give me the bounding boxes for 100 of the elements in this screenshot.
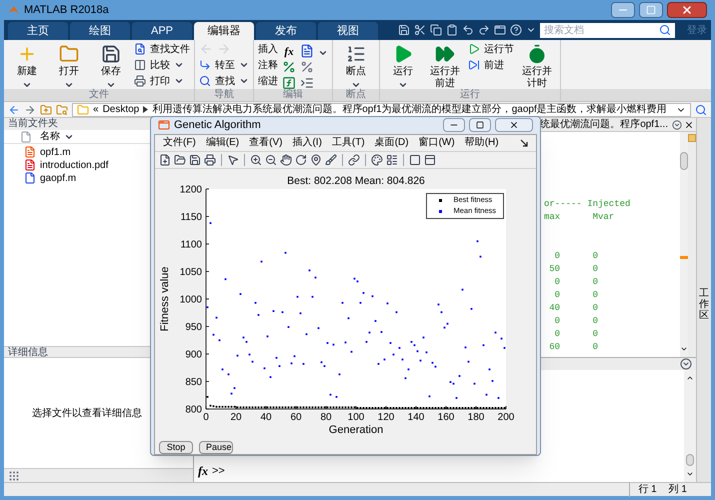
ribbon-tab[interactable]: 主页 [8,22,68,40]
menu-item[interactable]: 编辑(E) [206,135,240,150]
panel-icon[interactable] [424,154,436,166]
minimize-button[interactable] [611,2,635,18]
folder-up-icon[interactable] [40,104,52,116]
scrollbar-thumb[interactable] [680,152,688,170]
brush-icon[interactable] [325,154,337,166]
help-icon[interactable] [510,24,522,36]
panel-menu-icon[interactable] [672,120,682,130]
close-button[interactable] [667,2,707,18]
ribbon-button[interactable]: 注释 [258,58,278,72]
control-button[interactable]: Stop [159,440,193,454]
address-field[interactable]: « Desktop 利用遗传算法解决电力系统最优潮流问题。程序opf1为最优潮流的模型建立部分，gaopf是主函数，求解最小燃料费用 [72,102,691,116]
output-value: 0 [592,250,598,263]
ribbon-button[interactable]: 打印 [134,74,190,88]
link-icon[interactable] [348,154,360,166]
forward-icon[interactable] [24,104,36,116]
menu-item[interactable]: 插入(I) [292,135,322,150]
ribbon-button[interactable]: 运行 [384,40,422,90]
group-title: 运行 [380,89,560,101]
control-button[interactable]: Pause [199,440,233,454]
ribbon-button[interactable]: 转至 [199,58,249,72]
output-value: 0 [592,341,598,354]
ribbon-button[interactable]: 查找 [199,74,249,88]
zoom-in-icon[interactable] [250,154,262,166]
breadcrumb[interactable]: 利用遗传算法解决电力系统最优潮流问题。程序opf1为最优潮流的模型建立部分，gaopf是主函数，求解最小燃料费用 [152,104,667,116]
menu-item[interactable]: 查看(V) [249,135,282,150]
scroll-down-icon[interactable] [680,345,688,353]
column-header[interactable]: 名称 [40,129,74,144]
pointer-icon[interactable] [227,154,239,166]
file-item[interactable]: introduction.pdf [40,158,108,172]
ribbon-button[interactable]: 运行节 [468,42,514,56]
dock-icon[interactable] [520,138,528,146]
close-button[interactable] [495,118,533,132]
window-icon[interactable] [494,24,506,36]
zoom-out-icon[interactable] [265,154,277,166]
printer-icon[interactable] [204,154,216,166]
scrollbar-thumb[interactable] [686,454,694,466]
copy-icon[interactable] [430,24,442,36]
ribbon-button[interactable]: 查找文件 [134,42,190,56]
ribbon-button[interactable]: 断点 [337,40,375,90]
ribbon-button[interactable]: 比较 [134,58,190,72]
scroll-down-icon[interactable] [686,470,694,478]
undo-icon[interactable] [462,24,474,36]
scroll-up-icon[interactable] [686,374,694,382]
open-folder-icon[interactable] [174,154,186,166]
ribbon-tab[interactable]: 视图 [318,22,378,40]
run-section-icon [468,43,480,55]
browse-folder-icon[interactable] [56,104,68,116]
output-value: 0 [554,328,560,341]
ribbon-tab[interactable]: 发布 [256,22,316,40]
file-item[interactable]: opf1.m [40,144,71,160]
x-tick-label: 80 [320,412,332,422]
rotate-icon[interactable] [295,154,307,166]
file-item[interactable]: gaopf.m [40,170,76,186]
new-file-icon[interactable] [159,154,171,166]
menu-item[interactable]: 窗口(W) [418,135,455,150]
ribbon-tab[interactable]: APP [132,22,192,40]
uncomment-icon[interactable] [300,60,314,74]
breadcrumb[interactable]: Desktop [102,104,140,116]
close-icon [681,4,693,16]
ribbon-button[interactable]: 前进 [468,58,514,72]
data-cursor-icon[interactable] [310,154,322,166]
menu-item[interactable]: 工具(T) [332,135,365,150]
x-tick-label: 100 [347,412,364,422]
redo-icon[interactable] [478,24,490,36]
legend-icon[interactable] [386,154,398,166]
printer-icon [134,75,146,87]
ribbon-button[interactable]: 插入 [258,42,278,56]
square-icon[interactable] [409,154,421,166]
paste-icon[interactable] [446,24,458,36]
panel-menu-icon[interactable] [680,358,692,370]
close-icon[interactable] [684,120,694,130]
maximize-button[interactable] [469,118,491,132]
back-icon[interactable] [8,104,20,116]
ribbon-button[interactable]: 新建 [8,40,46,90]
ribbon-button[interactable]: 运行并计时 [518,40,556,90]
ribbon-button[interactable]: 缩进 [258,74,278,88]
grip-icon[interactable] [8,470,20,482]
ribbon-tab[interactable]: 编辑器 [194,22,254,40]
ribbon-button[interactable]: 运行并前进 [426,40,464,90]
hand-icon[interactable] [280,154,292,166]
function-browser-icon[interactable]: fx [198,462,208,480]
menu-item[interactable]: 桌面(D) [374,135,409,150]
search-icon[interactable] [695,104,707,116]
menu-item[interactable]: 文件(F) [163,135,196,150]
save-icon[interactable] [189,154,201,166]
maximize-button[interactable] [639,2,663,18]
document-icon[interactable] [300,44,314,58]
ribbon-button[interactable]: 保存 [92,40,130,90]
output-value: 0 [592,328,598,341]
app-logo-icon [8,4,20,16]
ribbon-tab[interactable]: 绘图 [70,22,130,40]
menu-item[interactable]: 帮助(H) [464,135,499,150]
ribbon-button[interactable]: 打开 [50,40,88,90]
indent-icon[interactable] [300,76,314,90]
colorbar-icon[interactable] [371,154,383,166]
insert-function-button[interactable]: fx [282,44,296,58]
comment-icon[interactable] [282,60,296,74]
cut-icon[interactable] [414,24,426,36]
